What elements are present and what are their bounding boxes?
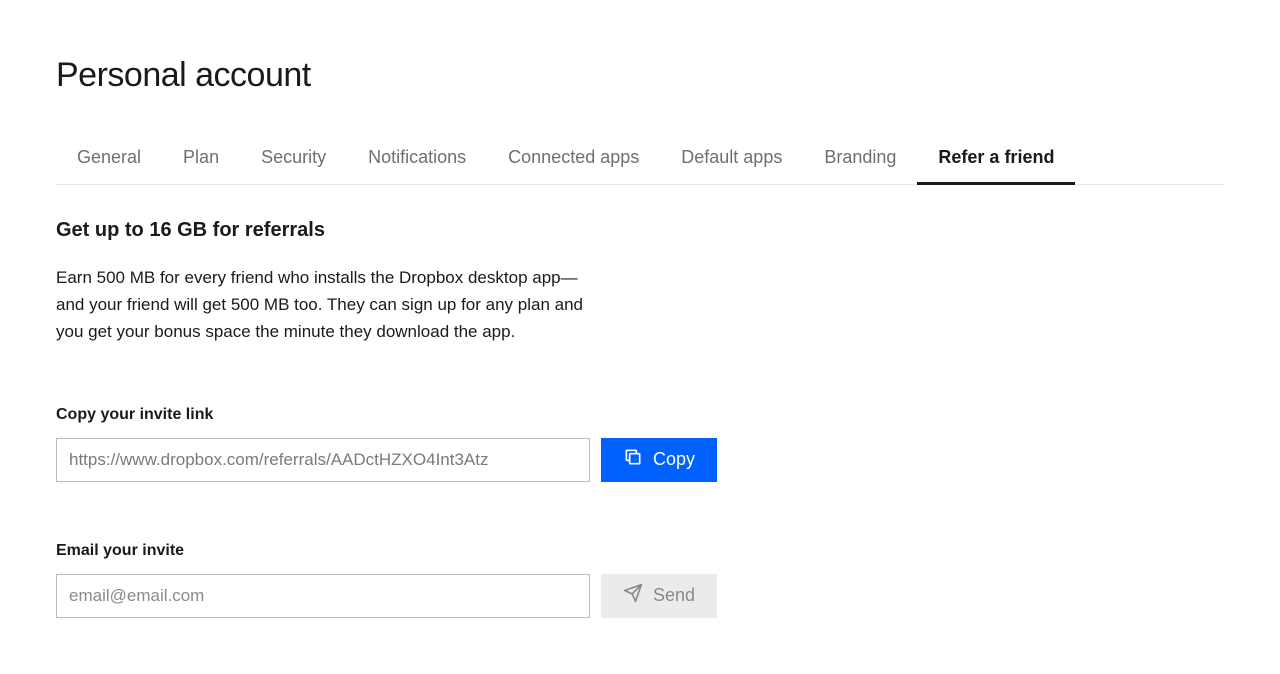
copy-button[interactable]: Copy <box>601 438 717 482</box>
send-button-label: Send <box>653 585 695 606</box>
tab-branding[interactable]: Branding <box>803 133 917 185</box>
tab-general[interactable]: General <box>56 133 162 185</box>
settings-tabs: General Plan Security Notifications Conn… <box>56 133 1224 185</box>
tab-security[interactable]: Security <box>240 133 347 185</box>
referral-description: Earn 500 MB for every friend who install… <box>56 264 596 346</box>
send-icon <box>623 583 643 608</box>
page-title: Personal account <box>56 56 1224 95</box>
copy-link-label: Copy your invite link <box>56 406 1224 424</box>
copy-button-label: Copy <box>653 449 695 470</box>
tab-connected-apps[interactable]: Connected apps <box>487 133 660 185</box>
refer-content: Get up to 16 GB for referrals Earn 500 M… <box>56 185 1224 618</box>
tab-notifications[interactable]: Notifications <box>347 133 487 185</box>
copy-icon <box>623 447 643 472</box>
email-invite-label: Email your invite <box>56 542 1224 560</box>
email-invite-row: Send <box>56 574 1224 618</box>
copy-link-row: Copy <box>56 438 1224 482</box>
referral-heading: Get up to 16 GB for referrals <box>56 219 1224 242</box>
send-button[interactable]: Send <box>601 574 717 618</box>
tab-refer-a-friend[interactable]: Refer a friend <box>917 133 1075 185</box>
tab-default-apps[interactable]: Default apps <box>660 133 803 185</box>
tab-plan[interactable]: Plan <box>162 133 240 185</box>
email-input[interactable] <box>56 574 590 618</box>
copy-link-section: Copy your invite link Copy <box>56 406 1224 482</box>
invite-link-input[interactable] <box>56 438 590 482</box>
email-invite-section: Email your invite Send <box>56 542 1224 618</box>
